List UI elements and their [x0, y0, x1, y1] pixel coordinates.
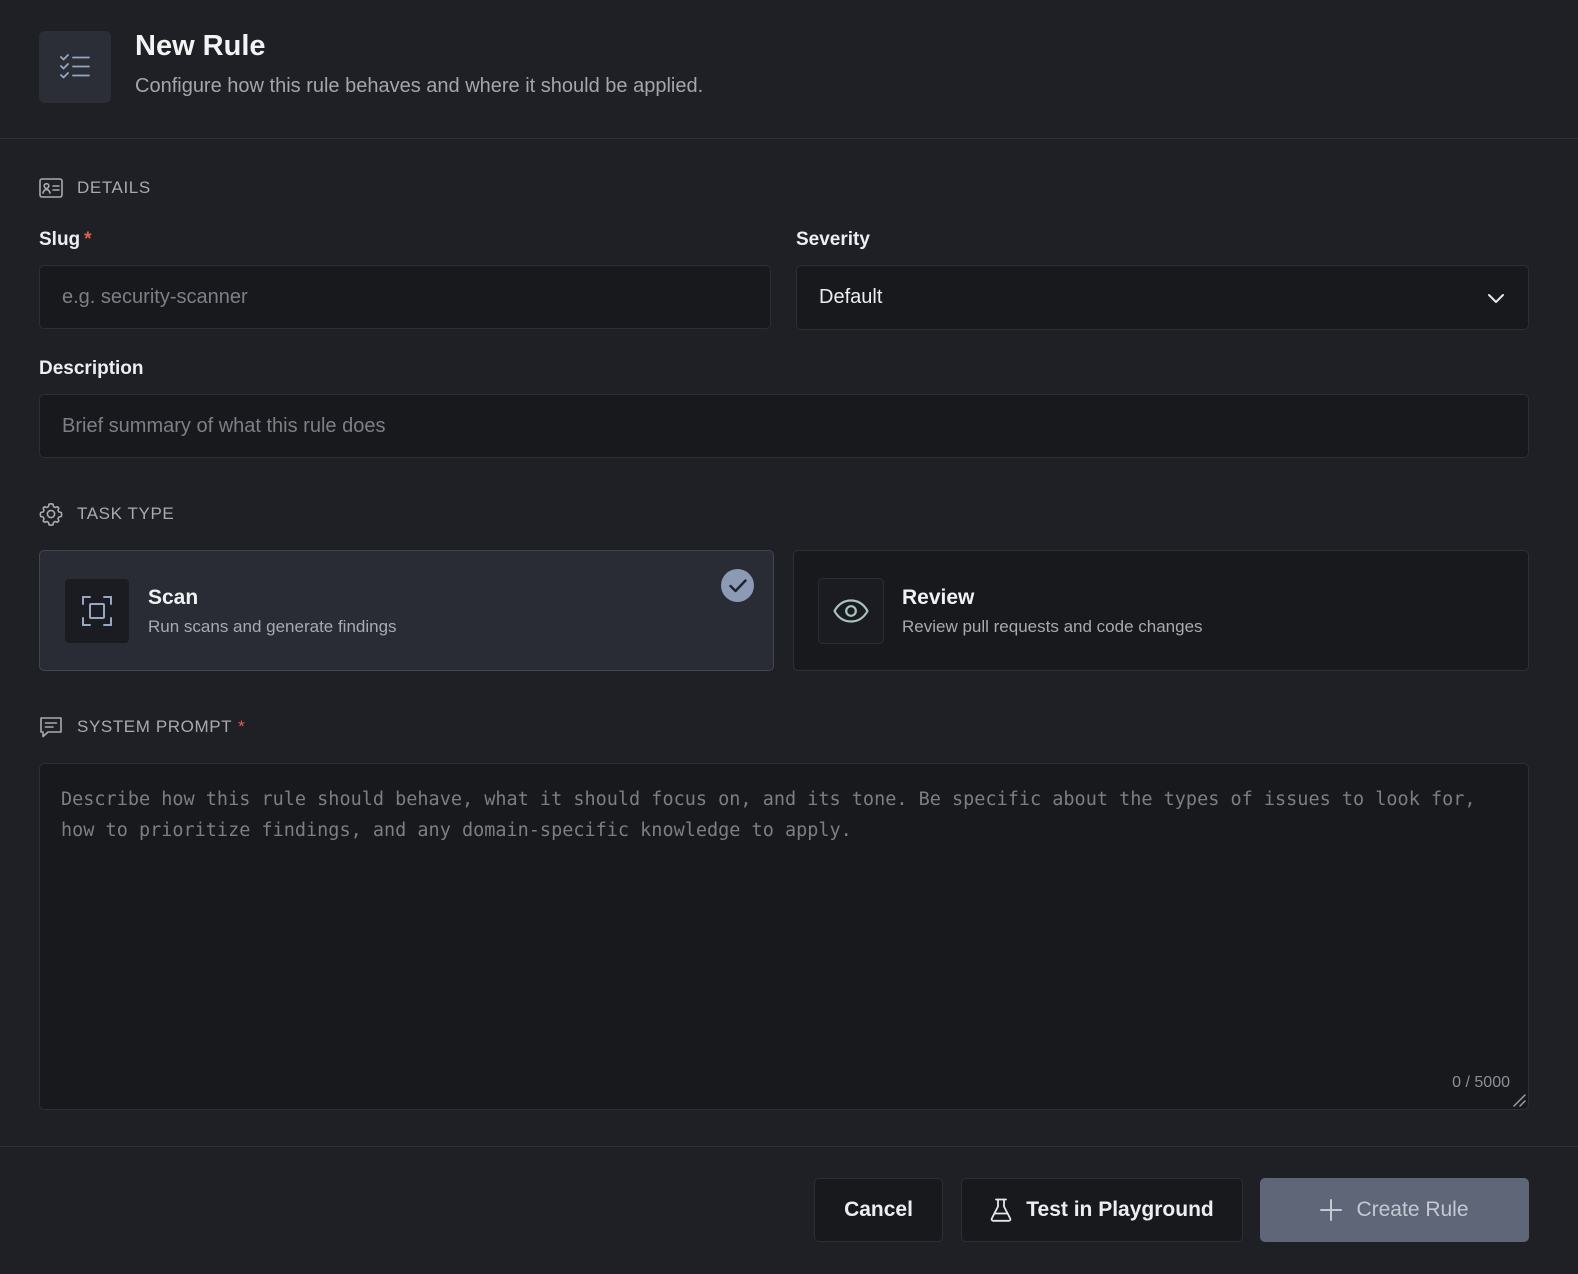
description-placeholder: Brief summary of what this rule does: [62, 414, 386, 437]
page-subtitle: Configure how this rule behaves and wher…: [135, 75, 704, 97]
dialog-header: New Rule Configure how this rule behaves…: [0, 0, 1578, 139]
scan-option-description: Run scans and generate findings: [148, 617, 397, 636]
create-rule-label: Create Rule: [1356, 1198, 1469, 1221]
page-title: New Rule: [135, 30, 266, 62]
cancel-button[interactable]: Cancel: [814, 1178, 943, 1242]
test-in-playground-label: Test in Playground: [1026, 1198, 1214, 1221]
required-mark: *: [238, 717, 246, 736]
system-prompt-placeholder: Describe how this rule should behave, wh…: [61, 789, 1476, 841]
plus-icon: [1320, 1199, 1343, 1221]
slug-label-text: Slug: [39, 229, 81, 250]
description-input[interactable]: Brief summary of what this rule does: [39, 394, 1529, 458]
dialog-footer: Cancel Test in Playground Create Rule: [0, 1146, 1578, 1274]
required-mark: *: [84, 229, 92, 250]
eye-icon: [818, 578, 884, 644]
task-type-option-review[interactable]: Review Review pull requests and code cha…: [793, 550, 1529, 671]
cancel-button-label: Cancel: [844, 1198, 913, 1221]
slug-placeholder: e.g. security-scanner: [62, 285, 248, 308]
severity-label: Severity: [796, 229, 870, 250]
system-prompt-textarea[interactable]: Describe how this rule should behave, wh…: [39, 763, 1529, 1110]
resize-handle-icon[interactable]: [1512, 1093, 1526, 1107]
scan-frame-icon: [64, 578, 130, 644]
system-prompt-section-header: SYSTEM PROMPT *: [39, 715, 245, 739]
selected-check-icon: [721, 569, 754, 602]
task-type-option-scan[interactable]: Scan Run scans and generate findings: [39, 550, 774, 671]
severity-value: Default: [819, 286, 883, 308]
description-label: Description: [39, 358, 144, 379]
chevron-down-icon: [1488, 294, 1504, 303]
task-type-section-label: TASK TYPE: [77, 504, 175, 523]
checklist-icon: [39, 31, 111, 103]
create-rule-button[interactable]: Create Rule: [1260, 1178, 1529, 1242]
review-option-title: Review: [902, 586, 975, 609]
slug-input[interactable]: e.g. security-scanner: [39, 265, 771, 329]
system-prompt-label-wrap: SYSTEM PROMPT *: [77, 717, 245, 737]
review-option-description: Review pull requests and code changes: [902, 617, 1203, 636]
scan-option-title: Scan: [148, 586, 199, 609]
slug-label: Slug *: [39, 229, 92, 251]
task-type-section-header: TASK TYPE: [39, 502, 174, 526]
test-in-playground-button[interactable]: Test in Playground: [961, 1178, 1243, 1242]
id-card-icon: [39, 178, 63, 198]
message-icon: [40, 717, 62, 738]
flask-icon: [990, 1198, 1012, 1222]
system-prompt-section-label: SYSTEM PROMPT: [77, 717, 233, 736]
character-counter: 0 / 5000: [1452, 1074, 1510, 1091]
details-section-header: DETAILS: [39, 178, 151, 198]
severity-select[interactable]: Default: [796, 265, 1529, 330]
gear-icon: [39, 503, 63, 526]
details-section-label: DETAILS: [77, 178, 151, 197]
